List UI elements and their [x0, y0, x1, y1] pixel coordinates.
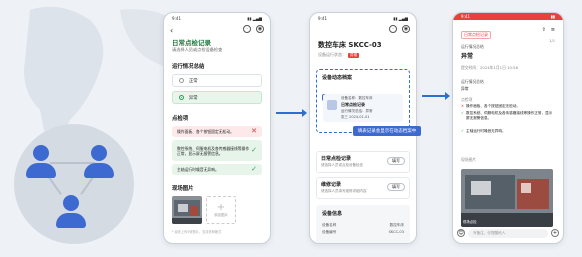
status-badge: 异常 [348, 53, 360, 58]
mini-program-capsule: · ◉ [389, 25, 410, 33]
status-bar: 9:41 ▮▮ ▂▄▆ [172, 16, 262, 21]
user-icon [56, 195, 86, 228]
menu-icon[interactable]: ≡ [551, 27, 555, 33]
comment-input[interactable]: 写备注、@提醒他人 [468, 228, 548, 238]
checks-section-title: 点检项 [172, 116, 189, 122]
more-icon[interactable]: · [243, 25, 251, 33]
submit-time: 提交时间：2024年1月1日 10:58 [461, 65, 519, 70]
device-row: 设备编号 SKCC-03 [322, 230, 404, 234]
run-section-title: 运行情况总结 [172, 64, 205, 70]
detail-item: ✓ 数控系统、伺服电机及各传感器接线等操作正常，显示屏无报警信息。 [461, 111, 553, 120]
share-icon[interactable]: ⇪ [542, 27, 546, 33]
dynamics-card[interactable]: 设备动态档案 维修记录 1日常点检 1 设备名称：数控车床 日常点检记录 运行情… [316, 69, 410, 133]
option-abnormal[interactable]: 异常 [172, 91, 262, 104]
record-type-tag: 日常点检记录 [461, 31, 491, 39]
mini-program-capsule: · ◉ [243, 25, 264, 33]
photos-label: 现场图片 [461, 157, 477, 162]
status-time: 9:41 [461, 14, 470, 19]
detail-item: ✓ 主轴运行时噪音无异响。 [461, 129, 506, 133]
more-icon[interactable]: · [389, 25, 397, 33]
add-photo-button[interactable]: + 添加图片 [206, 196, 236, 224]
photos-section-title: 现场图片 [172, 186, 194, 192]
detail-item: ✕ 操作面板、各个按钮固定无松动。 [461, 104, 520, 108]
check-item[interactable]: 主轴运行时噪音无异响。 ✓ [172, 164, 262, 175]
status-time: 9:41 [318, 16, 327, 21]
record-inspection: 日常点检记录 请选择人员或点检设备检查 填写 [316, 151, 410, 173]
fill-inspection-button[interactable]: 填写 [387, 157, 405, 165]
option-normal[interactable]: 正常 [172, 74, 262, 87]
radio-icon [179, 95, 184, 100]
device-info-panel: 设备信息 设备名称 数控车床 设备编号 SKCC-03 [316, 205, 410, 243]
status-bar: 9:41 ▮▮ ▂▄▆ [318, 16, 408, 21]
check-icon: ✓ [251, 146, 257, 154]
close-icon[interactable]: ◉ [402, 25, 410, 33]
upload-hint: * 最多上传9张照片，支持多种格式 [172, 230, 222, 234]
cross-icon: ✕ [461, 104, 465, 108]
summary-value: 异常 [461, 53, 474, 60]
option-label: 异常 [189, 95, 198, 101]
page-subtitle: 请选择人员或点检设备检查 [172, 47, 223, 52]
summary-label: 运行情况总结 [461, 44, 484, 49]
site-photo[interactable] [172, 196, 202, 224]
close-icon[interactable]: ◉ [256, 25, 264, 33]
page-title: 日常点检记录 [172, 39, 211, 47]
phone-inspection-form: 9:41 ▮▮ ▂▄▆ ‹ · ◉ 日常点检记录 请选择人员或点检设备检查 运行情… [163, 12, 271, 244]
device-title: 数控车床 SKCC-03 [318, 41, 382, 49]
callout-label: 填表记录会显示在动态档案中 [353, 126, 421, 136]
plus-icon: + [216, 201, 226, 213]
check-icon: ✓ [461, 129, 465, 133]
check-item[interactable]: 数控系统、伺服电机及各传感器接线等操作正常，显示屏无报警信息。 ✓ [172, 140, 262, 161]
device-status: 设备运行状态： 异常 [318, 52, 360, 58]
check-icon: ✓ [461, 111, 465, 115]
comment-bar: ☺ 写备注、@提醒他人 + [457, 227, 559, 239]
flow-arrow [422, 92, 450, 100]
cross-icon: ✕ [251, 127, 257, 135]
flow-arrow [276, 109, 307, 117]
device-row: 设备名称 数控车床 [322, 223, 404, 227]
check-item[interactable]: 操作面板、各个按钮固定无松动。 ✕ [172, 126, 262, 137]
doc-icon [327, 100, 337, 110]
dynamics-title: 设备动态档案 [322, 75, 353, 81]
user-icon [84, 145, 114, 178]
check-icon: ✓ [251, 165, 257, 173]
back-icon[interactable]: ‹ [170, 26, 173, 35]
option-label: 正常 [189, 78, 198, 84]
items-label: 点检项 [461, 97, 473, 102]
checks-result: 异常 [461, 86, 469, 91]
add-icon[interactable]: + [551, 229, 559, 237]
status-time: 9:41 [172, 16, 181, 21]
record-repair: 维修记录 请选择人员填写维修详细内容 填写 [316, 177, 410, 199]
phone-record-detail: 9:41 ▮▮ 日常点检记录 ⇪ ≡ 1/1 运行情况总结 异常 提交时间：2024… [452, 12, 564, 244]
page-indicator: 1/1 [549, 39, 555, 43]
checks-label: 运行情况总结 [461, 79, 484, 84]
emoji-icon[interactable]: ☺ [457, 229, 465, 237]
record-preview[interactable]: 设备名称：数控车床 日常点检记录 运行情况总结：异常 张三 2024-01-01 [323, 94, 403, 122]
photo-caption: 现场点检 [463, 220, 477, 224]
fill-repair-button[interactable]: 填写 [387, 183, 405, 191]
radio-icon [179, 78, 184, 83]
status-bar: 9:41 ▮▮ [461, 14, 555, 19]
user-icon [26, 145, 56, 178]
